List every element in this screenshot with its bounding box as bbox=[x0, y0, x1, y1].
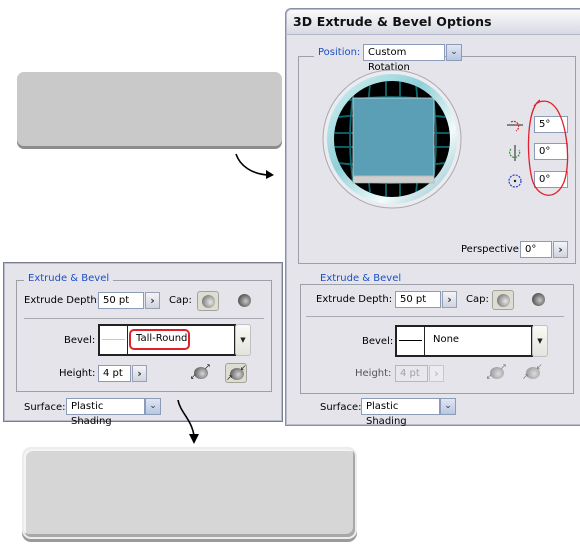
cube-bottom-face bbox=[352, 175, 435, 184]
height-label: Height: bbox=[59, 368, 96, 379]
cap-off-icon bbox=[532, 293, 545, 306]
chevron-down-icon: ⌄ bbox=[149, 401, 157, 411]
bevel-extent-in-button[interactable]: ↙ ↗ bbox=[225, 363, 247, 383]
dialog-title: 3D Extrude & Bevel Options bbox=[293, 14, 492, 29]
surface-dropdown-button[interactable]: ⌄ bbox=[440, 398, 456, 415]
cap-on-icon bbox=[497, 294, 510, 307]
cap-off-button[interactable] bbox=[234, 291, 256, 311]
perspective-field[interactable]: 0° bbox=[520, 241, 552, 258]
surface-select[interactable]: Plastic Shading bbox=[361, 398, 440, 427]
cap-on-icon bbox=[202, 295, 215, 308]
extrude-depth-slider-button[interactable]: › bbox=[442, 291, 457, 308]
arrow-to-dialog bbox=[235, 153, 274, 179]
chevron-down-icon: ⌄ bbox=[444, 401, 452, 411]
rotation-track-cube[interactable] bbox=[322, 69, 462, 209]
cap-off-button[interactable] bbox=[528, 290, 550, 310]
bevel-select[interactable]: None bbox=[395, 325, 533, 357]
surface-select[interactable]: Plastic Shading bbox=[66, 398, 145, 427]
extrude-depth-label: Extrude Depth: bbox=[316, 294, 393, 305]
bevel-extent-out-button[interactable]: ↗ ↙ bbox=[190, 362, 212, 383]
extrude-bevel-dialog: 3D Extrude & Bevel Options Position: Cus… bbox=[285, 8, 580, 427]
bevel-extent-out-button[interactable]: ↗ ↙ bbox=[486, 362, 508, 383]
surface-label: Surface: bbox=[24, 402, 66, 413]
extrude-bevel-legend: Extrude & Bevel bbox=[24, 273, 114, 284]
surface-dropdown-button[interactable]: ⌄ bbox=[145, 398, 161, 415]
triangle-down-icon: ▼ bbox=[537, 337, 543, 345]
arrow-to-result bbox=[177, 399, 199, 444]
extrude-bevel-panel-tall-round: Extrude & Bevel Extrude Depth: 50 pt › C… bbox=[3, 262, 283, 427]
extrude-bevel-legend: Extrude & Bevel bbox=[316, 273, 406, 284]
result-shape-flat bbox=[17, 72, 282, 146]
surface-label: Surface: bbox=[320, 402, 362, 413]
bevel-label: Bevel: bbox=[362, 336, 394, 347]
extrude-bevel-separator bbox=[306, 316, 564, 317]
bevel-dropdown-button[interactable]: ▼ bbox=[532, 325, 548, 357]
cap-off-icon bbox=[238, 294, 251, 307]
height-label: Height: bbox=[355, 368, 392, 379]
height-slider-button[interactable]: › bbox=[429, 365, 444, 382]
annotation-red-ellipse bbox=[527, 99, 569, 196]
cap-on-button[interactable] bbox=[197, 291, 219, 311]
extrude-depth-label: Extrude Depth: bbox=[24, 295, 101, 306]
annotation-red-highlight bbox=[129, 329, 190, 350]
triangle-down-icon: ▼ bbox=[240, 336, 246, 344]
perspective-slider-button[interactable]: › bbox=[553, 241, 568, 258]
cap-on-button[interactable] bbox=[492, 290, 514, 310]
chevron-right-icon: › bbox=[137, 367, 142, 380]
height-field[interactable]: 4 pt bbox=[98, 365, 131, 382]
extrude-depth-field[interactable]: 50 pt bbox=[98, 292, 144, 309]
position-label: Position: bbox=[314, 47, 365, 58]
perspective-label: Perspective: bbox=[461, 244, 523, 255]
position-select[interactable]: Custom Rotation bbox=[363, 44, 445, 73]
height-field[interactable]: 4 pt bbox=[395, 365, 428, 382]
dialog-titlebar[interactable]: 3D Extrude & Bevel Options bbox=[287, 10, 580, 35]
bevel-preview-thumbnail bbox=[397, 327, 425, 355]
bevel-label: Bevel: bbox=[64, 335, 96, 346]
chevron-right-icon: › bbox=[558, 243, 563, 256]
chevron-right-icon: › bbox=[447, 293, 452, 306]
cube-front-face bbox=[352, 97, 435, 177]
extrude-depth-field[interactable]: 50 pt bbox=[395, 291, 441, 308]
position-dropdown-button[interactable]: ⌄ bbox=[446, 44, 462, 61]
result-shape-beveled bbox=[22, 447, 357, 539]
chevron-right-icon: › bbox=[150, 294, 155, 307]
bevel-extent-in-button[interactable]: ↙ ↗ bbox=[522, 362, 544, 383]
bevel-preview-thumbnail bbox=[100, 326, 128, 354]
height-slider-button[interactable]: › bbox=[132, 365, 147, 382]
extrude-bevel-separator bbox=[24, 318, 264, 319]
bevel-dropdown-button[interactable]: ▼ bbox=[235, 324, 251, 356]
cap-label: Cap: bbox=[466, 294, 489, 305]
chevron-right-icon: › bbox=[434, 367, 439, 380]
extrude-depth-slider-button[interactable]: › bbox=[145, 292, 160, 309]
bevel-value: None bbox=[433, 334, 460, 345]
cap-label: Cap: bbox=[169, 295, 192, 306]
chevron-down-icon: ⌄ bbox=[450, 47, 458, 57]
